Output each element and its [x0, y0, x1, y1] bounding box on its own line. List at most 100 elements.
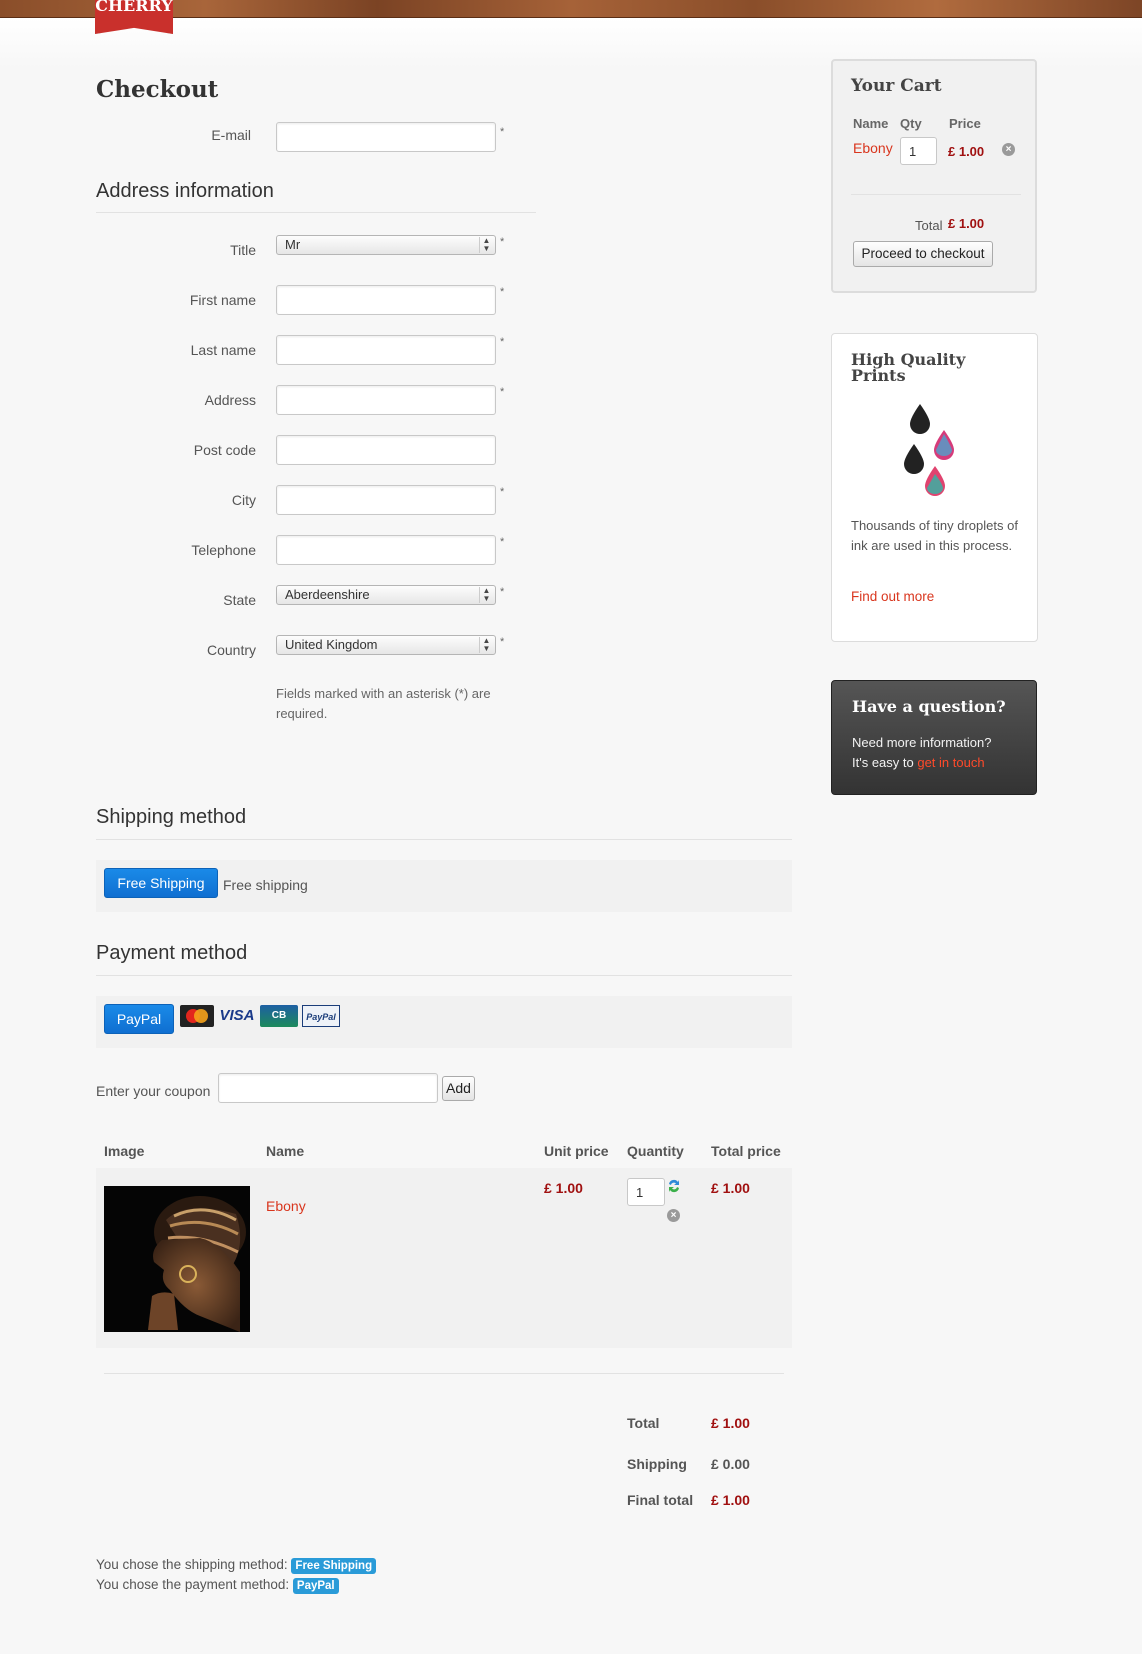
proceed-to-checkout-button[interactable]: Proceed to checkout: [853, 241, 993, 267]
last-name-field[interactable]: [276, 335, 496, 365]
col-unit-price: Unit price: [544, 1143, 609, 1159]
telephone-label: Telephone: [191, 542, 256, 558]
last-name-label: Last name: [190, 342, 256, 358]
required-mark: *: [500, 586, 505, 598]
find-out-more-link[interactable]: Find out more: [851, 589, 934, 604]
cart-remove-icon[interactable]: ×: [1002, 143, 1015, 156]
hq-prints-widget: High Quality Prints Thousands of tiny dr…: [831, 333, 1038, 642]
remove-item-icon[interactable]: ×: [667, 1209, 680, 1222]
address-divider: [96, 212, 536, 213]
city-field[interactable]: [276, 485, 496, 515]
required-mark: *: [500, 486, 505, 498]
required-mark: *: [500, 236, 505, 248]
address-heading: Address information: [96, 180, 274, 202]
payment-divider: [96, 975, 792, 976]
email-label: E-mail: [211, 127, 251, 143]
cart-total-value: £ 1.00: [948, 216, 985, 231]
cart-col-price: Price: [949, 116, 981, 131]
state-select-value: Aberdeenshire: [285, 587, 370, 602]
coupon-label: Enter your coupon: [96, 1083, 211, 1099]
address-label: Address: [204, 392, 256, 408]
col-total-price: Total price: [711, 1143, 781, 1159]
payment-summary-text: You chose the payment method:: [96, 1577, 290, 1592]
logo-text: CHERRY: [95, 0, 173, 15]
title-select-value: Mr: [285, 237, 301, 252]
payment-summary-badge: PayPal: [292, 1578, 339, 1594]
product-name-link[interactable]: Ebony: [266, 1198, 306, 1214]
total-label: Total: [627, 1415, 660, 1431]
totals-divider: [104, 1373, 784, 1374]
required-mark: *: [500, 336, 505, 348]
telephone-field[interactable]: [276, 535, 496, 565]
cart-widget: Your Cart Name Qty Price Ebony 1 £ 1.00 …: [831, 59, 1037, 293]
question-line2-prefix: It's easy to: [852, 755, 918, 770]
select-arrows-icon: ▲ ▼: [479, 237, 493, 253]
hq-title: High Quality Prints: [851, 350, 966, 385]
product-image[interactable]: [104, 1186, 250, 1332]
free-shipping-button[interactable]: Free Shipping: [104, 868, 218, 898]
select-arrows-icon: ▲ ▼: [479, 637, 493, 653]
question-line2: It's easy to get in touch: [852, 755, 985, 770]
cart-item-name[interactable]: Ebony: [853, 140, 893, 156]
question-widget: Have a question? Need more information? …: [831, 680, 1037, 795]
total-value: £ 1.00: [711, 1415, 750, 1431]
row-total-price: £ 1.00: [711, 1180, 750, 1196]
required-mark: *: [500, 126, 505, 138]
cart-divider: [851, 194, 1021, 195]
question-title: Have a question?: [852, 697, 1006, 716]
post-code-field[interactable]: [276, 435, 496, 465]
cb-icon: CB: [260, 1005, 298, 1027]
shipping-cost-label: Shipping: [627, 1456, 687, 1472]
quantity-input[interactable]: 1: [627, 1178, 665, 1206]
visa-icon: VISA: [219, 1007, 255, 1024]
required-note: Fields marked with an asterisk (*) are r…: [276, 686, 491, 721]
country-select[interactable]: United Kingdom ▲ ▼: [276, 635, 496, 655]
cart-item-price: £ 1.00: [948, 144, 985, 159]
address-field[interactable]: [276, 385, 496, 415]
email-field[interactable]: [276, 122, 496, 152]
question-line1: Need more information?: [852, 735, 992, 750]
shipping-heading: Shipping method: [96, 806, 247, 828]
cart-col-name: Name: [853, 116, 889, 131]
shipping-description: Free shipping: [223, 877, 308, 893]
cart-total-label: Total: [915, 218, 943, 233]
shipping-summary: You chose the shipping method: Free Ship…: [96, 1557, 377, 1574]
post-code-label: Post code: [193, 442, 256, 458]
col-quantity: Quantity: [627, 1143, 684, 1159]
country-label: Country: [206, 642, 256, 658]
cart-title: Your Cart: [851, 76, 942, 96]
page-title: Checkout: [96, 76, 219, 103]
paypal-button[interactable]: PayPal: [104, 1004, 174, 1034]
first-name-label: First name: [189, 292, 256, 308]
col-image: Image: [104, 1143, 145, 1159]
title-select[interactable]: Mr ▲ ▼: [276, 235, 496, 255]
col-name: Name: [266, 1143, 305, 1159]
get-in-touch-link[interactable]: get in touch: [917, 755, 984, 770]
refresh-icon[interactable]: [667, 1178, 681, 1194]
required-mark: *: [500, 636, 505, 648]
cart-col-qty: Qty: [900, 116, 922, 131]
city-label: City: [231, 492, 256, 508]
hq-body: Thousands of tiny droplets of ink are us…: [851, 518, 1018, 553]
country-select-value: United Kingdom: [285, 637, 378, 652]
state-select[interactable]: Aberdeenshire ▲ ▼: [276, 585, 496, 605]
shipping-summary-text: You chose the shipping method:: [96, 1557, 288, 1572]
required-mark: *: [500, 386, 505, 398]
cart-qty-input[interactable]: 1: [900, 137, 937, 165]
title-label: Title: [230, 242, 256, 258]
required-mark: *: [500, 536, 505, 548]
payment-summary: You chose the payment method: PayPal: [96, 1577, 339, 1594]
unit-price: £ 1.00: [544, 1180, 583, 1196]
shipping-cost-value: £ 0.00: [711, 1456, 750, 1472]
mastercard-icon: [180, 1005, 214, 1027]
shipping-summary-badge: Free Shipping: [291, 1558, 377, 1574]
final-total-label: Final total: [627, 1492, 694, 1508]
shipping-divider: [96, 839, 792, 840]
final-total-value: £ 1.00: [711, 1492, 750, 1508]
add-coupon-button[interactable]: Add: [442, 1076, 475, 1101]
coupon-input[interactable]: [218, 1073, 438, 1103]
payment-heading: Payment method: [96, 942, 248, 964]
first-name-field[interactable]: [276, 285, 496, 315]
ink-drops-icon: [902, 402, 972, 498]
state-label: State: [223, 592, 256, 608]
